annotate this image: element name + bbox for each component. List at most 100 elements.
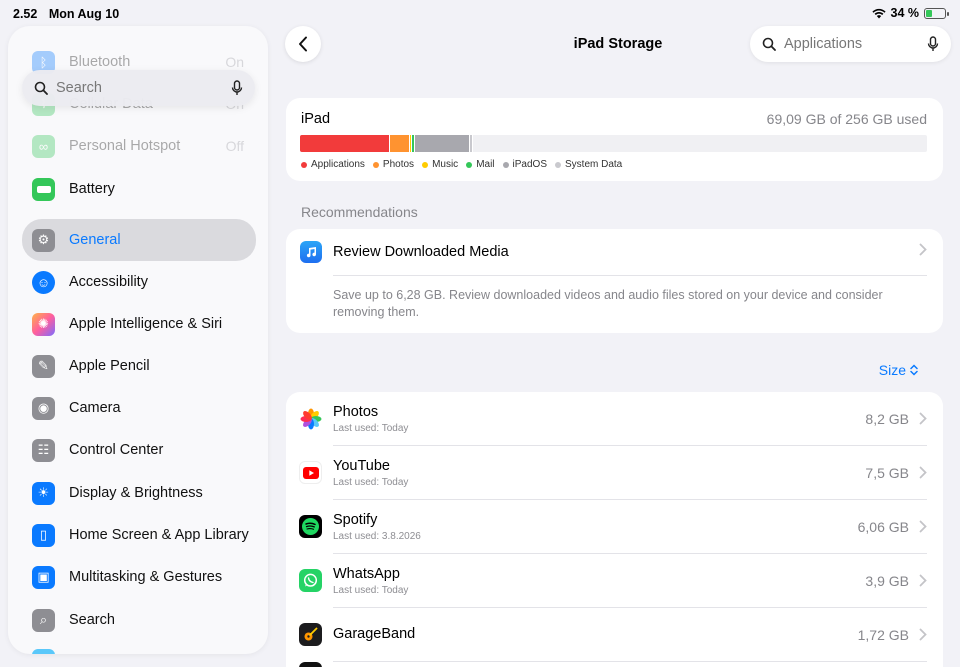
legend-label: iPadOS (512, 159, 547, 170)
sun-icon: ☀ (32, 481, 55, 505)
sidebar-item-accessibility[interactable]: ☺ Accessibility (22, 262, 256, 302)
sidebar-item-label: General (69, 232, 121, 248)
search-icon (762, 37, 776, 51)
storage-segment-photos (390, 135, 410, 152)
legend-dot (301, 161, 307, 168)
legend-item: Applications (301, 159, 365, 170)
guitar-icon (299, 623, 322, 646)
partial-app-icon (299, 662, 322, 667)
app-name: GarageBand (333, 626, 416, 642)
chevron-up-down-icon (910, 364, 918, 376)
legend-dot (422, 161, 429, 168)
legend-dot (372, 161, 379, 168)
back-button[interactable] (285, 26, 321, 62)
legend-item: Music (422, 159, 458, 170)
app-row-youtube[interactable]: YouTube Last used: Today 7,5 GB (286, 446, 943, 500)
storage-segment-system-data (470, 135, 473, 152)
photos-icon (299, 407, 322, 430)
legend-dot (555, 161, 561, 168)
app-size: 1,72 GB (857, 627, 909, 643)
storage-used-text: 69,09 GB of 256 GB used (766, 111, 927, 127)
sidebar-item-multitasking[interactable]: ▣ Multitasking & Gestures (22, 557, 256, 597)
battery-icon (32, 177, 55, 201)
chevron-right-icon (919, 466, 927, 479)
apps-list: Photos Last used: Today 8,2 GB YouTube L… (286, 392, 943, 667)
legend-label: Applications (311, 159, 365, 170)
recommendations-heading: Recommendations (301, 204, 418, 220)
sidebar-item-value: Off (225, 138, 244, 154)
whatsapp-icon (299, 569, 322, 592)
page-title: iPad Storage (573, 36, 663, 52)
chevron-right-icon (919, 520, 927, 533)
legend-label: Photos (382, 159, 415, 170)
device-name: iPad (301, 111, 331, 127)
recommendation-description: Save up to 6,28 GB. Review downloaded vi… (333, 288, 883, 319)
sidebar-item-label: Apple Pencil (69, 358, 150, 374)
status-time: 2.52 (13, 7, 38, 21)
sidebar-item-label: Control Center (69, 442, 164, 458)
app-size: 7,5 GB (865, 465, 909, 481)
storage-usage-bar (300, 135, 927, 152)
search-icon (34, 81, 48, 95)
spotify-icon (299, 515, 322, 538)
sidebar-item-general[interactable]: ⚙ General (22, 219, 256, 261)
app-row-whatsapp[interactable]: WhatsApp Last used: Today 3,9 GB (286, 554, 943, 608)
status-date: Mon Aug 10 (48, 7, 120, 21)
sidebar-item-home-screen[interactable]: ▯ Home Screen & App Library (22, 515, 256, 555)
microphone-icon[interactable] (927, 36, 939, 52)
camera-icon: ◉ (32, 396, 55, 420)
wifi-icon (871, 8, 886, 18)
siri-icon: ✺ (32, 312, 55, 336)
sidebar-item-camera[interactable]: ◉ Camera (22, 388, 256, 428)
storage-segment-applications (300, 135, 390, 152)
sidebar-item-label: Display & Brightness (69, 485, 203, 501)
sort-button[interactable]: Size (879, 362, 918, 378)
search-icon: ⌕ (32, 608, 55, 632)
app-row-partial (286, 662, 943, 667)
music-media-icon (300, 241, 322, 263)
legend-item: Mail (466, 159, 495, 170)
sidebar-item-search[interactable]: ⌕ Search (22, 600, 256, 640)
pencil-icon: ✎ (32, 354, 55, 378)
app-row-garageband[interactable]: GarageBand 1,72 GB (286, 608, 943, 662)
sidebar-item-apple-intelligence-siri[interactable]: ✺ Apple Intelligence & Siri (22, 304, 256, 344)
sidebar-item-label: Home Screen & App Library (69, 527, 249, 543)
app-size: 3,9 GB (865, 573, 909, 589)
app-last-used: Last used: Today (333, 423, 409, 434)
sidebar-item-label: Search (69, 612, 115, 628)
legend-label: System Data (565, 159, 623, 170)
app-name: YouTube (333, 458, 390, 474)
app-row-spotify[interactable]: Spotify Last used: 3.8.2026 6,06 GB (286, 500, 943, 554)
partial-app-icon (32, 649, 55, 654)
sidebar-item-label: Battery (69, 181, 115, 197)
applications-search-field[interactable]: Applications (750, 26, 951, 62)
sidebar-item-control-center[interactable]: ☷ Control Center (22, 430, 256, 470)
sidebar-item-value: On (225, 54, 244, 70)
chevron-left-icon (299, 36, 307, 52)
battery-status-icon (924, 7, 949, 19)
hotspot-icon: ∞ (32, 134, 55, 158)
applications-search-placeholder: Applications (784, 36, 863, 52)
sidebar-item-apple-pencil[interactable]: ✎ Apple Pencil (22, 346, 256, 386)
recommendation-title: Review Downloaded Media (333, 244, 509, 260)
sidebar-item-battery[interactable]: Battery (22, 169, 256, 209)
sidebar-item-display-brightness[interactable]: ☀ Display & Brightness (22, 473, 256, 513)
app-row-photos[interactable]: Photos Last used: Today 8,2 GB (286, 392, 943, 446)
sidebar-item-personal-hotspot[interactable]: ∞ Personal Hotspot Off (22, 126, 256, 166)
legend-label: Mail (476, 159, 495, 170)
app-size: 8,2 GB (865, 411, 909, 427)
sidebar-search-field[interactable]: Search (22, 70, 255, 106)
chevron-right-icon (919, 628, 927, 641)
sidebar-item-label: Bluetooth (69, 54, 131, 70)
app-last-used: Last used: 3.8.2026 (333, 531, 421, 542)
chevron-right-icon (919, 243, 927, 256)
sidebar-item-partial (22, 644, 256, 654)
sidebar-item-label: Accessibility (69, 274, 148, 290)
recommendation-card[interactable]: Review Downloaded Media Save up to 6,28 … (286, 229, 943, 333)
sort-label: Size (878, 362, 906, 378)
legend-label: Music (432, 159, 459, 170)
accessibility-icon: ☺ (32, 270, 55, 294)
app-name: WhatsApp (333, 566, 400, 582)
microphone-icon[interactable] (231, 80, 243, 96)
sidebar-item-label: Personal Hotspot (69, 138, 181, 154)
